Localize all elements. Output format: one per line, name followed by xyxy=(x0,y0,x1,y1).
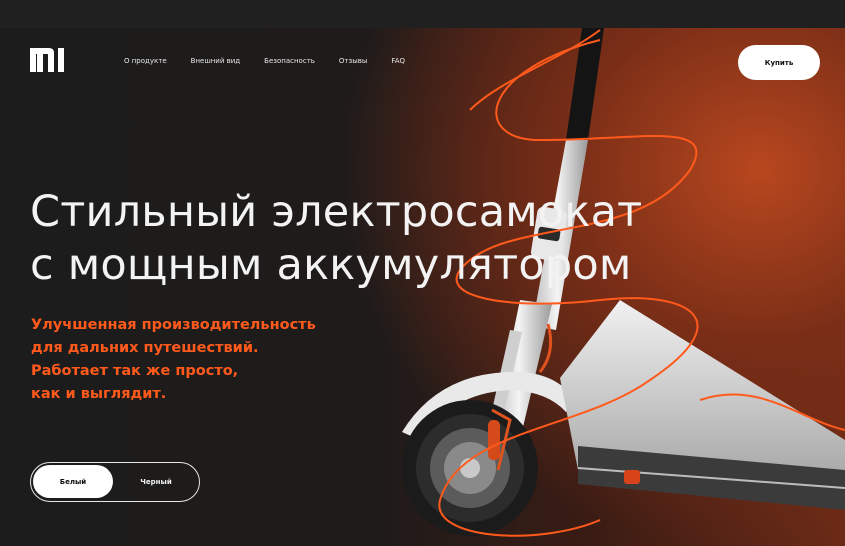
hero-title-line1: Стильный электросамокат xyxy=(30,187,643,237)
hero-title: Стильный электросамокат с мощным аккумул… xyxy=(30,186,642,292)
hero-page: О продукте Внешний вид Безопасность Отзы… xyxy=(0,0,845,546)
color-option-black[interactable]: Черный xyxy=(117,465,195,498)
hero-subtitle-line2: для дальних путешествий. xyxy=(31,340,259,356)
hero-subtitle: Улучшенная производительность для дальни… xyxy=(31,314,316,406)
hero-title-line2: с мощным аккумулятором xyxy=(30,240,632,290)
hero-subtitle-line1: Улучшенная производительность xyxy=(31,317,316,333)
hero-subtitle-line3: Работает так же просто, xyxy=(31,363,239,379)
color-option-white[interactable]: Белый xyxy=(33,465,113,498)
color-toggle: Белый Черный xyxy=(30,462,200,502)
hero-subtitle-line4: как и выглядит. xyxy=(31,386,167,402)
